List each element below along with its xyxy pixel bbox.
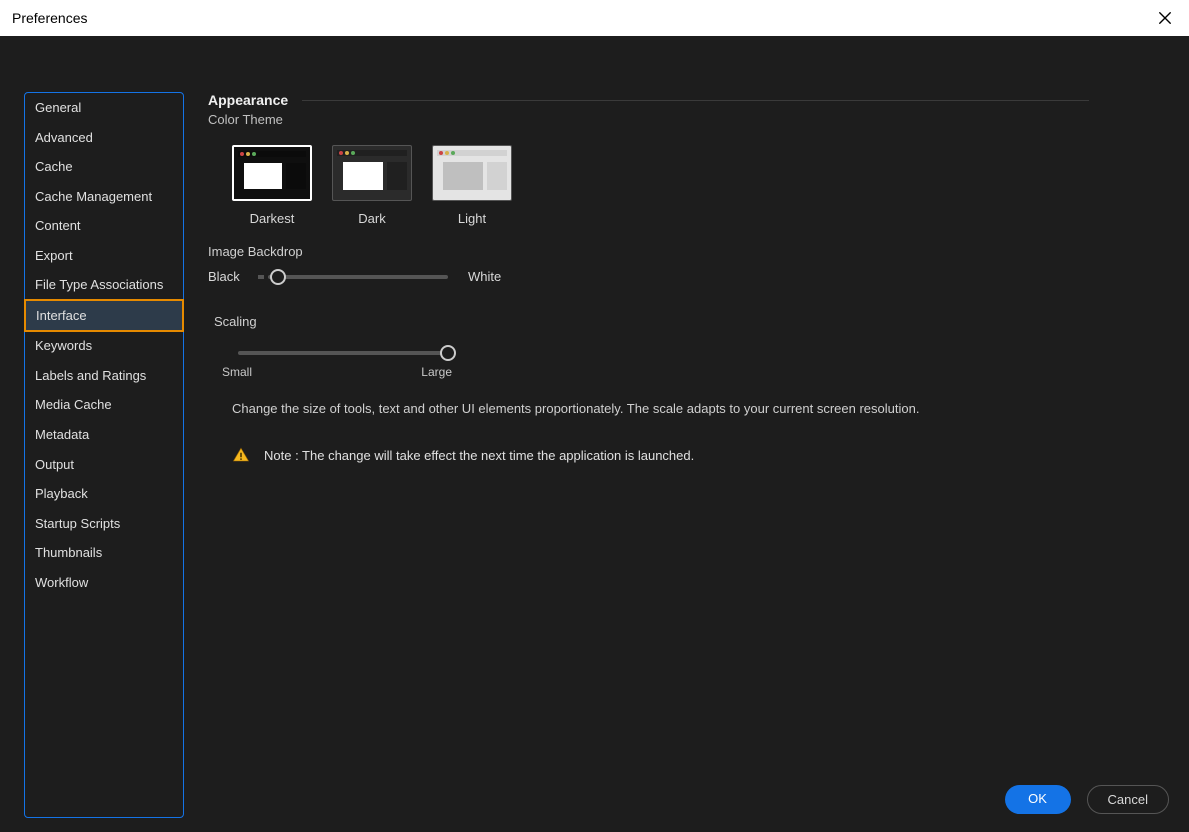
backdrop-slider[interactable] — [268, 275, 448, 279]
scaling-slider-thumb[interactable] — [440, 345, 456, 361]
theme-label-darkest: Darkest — [250, 211, 295, 226]
divider — [302, 100, 1089, 101]
sidebar-item-startup-scripts[interactable]: Startup Scripts — [25, 509, 183, 539]
sidebar-item-thumbnails[interactable]: Thumbnails — [25, 538, 183, 568]
sidebar-item-workflow[interactable]: Workflow — [25, 568, 183, 598]
scaling-min-label: Small — [222, 365, 252, 379]
titlebar: Preferences — [0, 0, 1189, 36]
scaling-heading: Scaling — [214, 314, 1089, 329]
scaling-slider[interactable] — [238, 351, 448, 355]
ok-button[interactable]: OK — [1005, 785, 1071, 814]
close-button[interactable] — [1153, 6, 1177, 30]
color-theme-label: Color Theme — [208, 112, 1089, 127]
sidebar-item-export[interactable]: Export — [25, 241, 183, 271]
category-sidebar: GeneralAdvancedCacheCache ManagementCont… — [24, 92, 184, 818]
dialog-footer: OK Cancel — [1005, 785, 1169, 814]
backdrop-max-label: White — [468, 269, 512, 284]
theme-label-dark: Dark — [358, 211, 385, 226]
dialog-body: GeneralAdvancedCacheCache ManagementCont… — [0, 36, 1189, 832]
scaling-max-label: Large — [421, 365, 452, 379]
window-title: Preferences — [12, 10, 87, 26]
main-panel: Appearance Color Theme Darkest Dark Ligh… — [208, 92, 1089, 464]
theme-swatch-darkest — [232, 145, 312, 201]
scaling-description: Change the size of tools, text and other… — [232, 401, 1089, 416]
theme-option-light[interactable]: Light — [432, 145, 512, 226]
image-backdrop-label: Image Backdrop — [208, 244, 1089, 259]
backdrop-min-label: Black — [208, 269, 252, 284]
warning-icon — [232, 446, 250, 464]
appearance-title: Appearance — [208, 92, 288, 108]
sidebar-item-metadata[interactable]: Metadata — [25, 420, 183, 450]
appearance-header: Appearance — [208, 92, 1089, 108]
theme-option-dark[interactable]: Dark — [332, 145, 412, 226]
backdrop-slider-thumb[interactable] — [270, 269, 286, 285]
sidebar-item-file-type-associations[interactable]: File Type Associations — [25, 270, 183, 300]
scaling-note: Note : The change will take effect the n… — [264, 448, 694, 463]
close-icon — [1158, 11, 1172, 25]
theme-option-darkest[interactable]: Darkest — [232, 145, 312, 226]
sidebar-item-general[interactable]: General — [25, 93, 183, 123]
sidebar-item-keywords[interactable]: Keywords — [25, 331, 183, 361]
sidebar-item-cache-management[interactable]: Cache Management — [25, 182, 183, 212]
sidebar-item-advanced[interactable]: Advanced — [25, 123, 183, 153]
theme-swatch-dark — [332, 145, 412, 201]
sidebar-item-cache[interactable]: Cache — [25, 152, 183, 182]
theme-swatch-light — [432, 145, 512, 201]
sidebar-item-interface[interactable]: Interface — [24, 299, 184, 333]
theme-label-light: Light — [458, 211, 486, 226]
sidebar-item-media-cache[interactable]: Media Cache — [25, 390, 183, 420]
cancel-button[interactable]: Cancel — [1087, 785, 1169, 814]
sidebar-item-labels-and-ratings[interactable]: Labels and Ratings — [25, 361, 183, 391]
sidebar-item-content[interactable]: Content — [25, 211, 183, 241]
sidebar-item-playback[interactable]: Playback — [25, 479, 183, 509]
sidebar-item-output[interactable]: Output — [25, 450, 183, 480]
